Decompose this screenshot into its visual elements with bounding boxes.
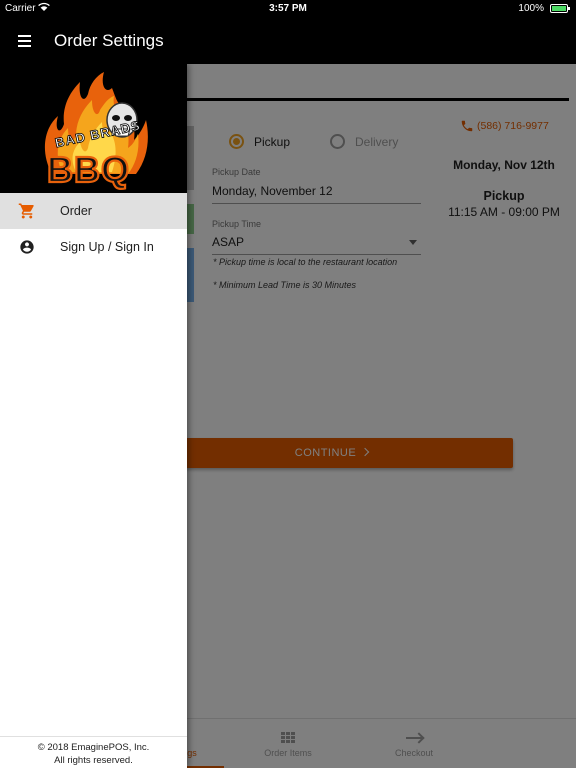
drawer-header: BAD BRADS BBQ: [0, 64, 187, 193]
account-circle-icon: [20, 240, 34, 254]
drawer-item-order-label: Order: [60, 204, 92, 218]
drawer-item-sign-in[interactable]: Sign Up / Sign In: [0, 229, 187, 265]
copyright-text: © 2018 EmaginePOS, Inc.: [37, 742, 150, 753]
drawer-footer: © 2018 EmaginePOS, Inc. All rights reser…: [0, 736, 187, 768]
app-bar: Order Settings: [0, 18, 576, 64]
rights-text: All rights reserved.: [54, 755, 133, 766]
drawer-item-sign-in-label: Sign Up / Sign In: [60, 240, 154, 254]
status-bar: Carrier 3:57 PM 100%: [0, 0, 576, 18]
logo-text-bottom: BBQ: [47, 149, 130, 190]
drawer-item-order[interactable]: Order: [0, 193, 187, 229]
battery-icon: [550, 4, 570, 13]
navigation-drawer: BAD BRADS BBQ Order Sign Up / Sign In © …: [0, 64, 187, 768]
shopping-cart-icon: [18, 203, 34, 219]
battery-percent: 100%: [518, 3, 544, 14]
bad-brads-bbq-logo: BAD BRADS BBQ: [44, 72, 148, 191]
hamburger-menu-icon[interactable]: [12, 29, 38, 53]
page-title: Order Settings: [54, 31, 164, 50]
clock-time: 3:57 PM: [269, 3, 307, 14]
